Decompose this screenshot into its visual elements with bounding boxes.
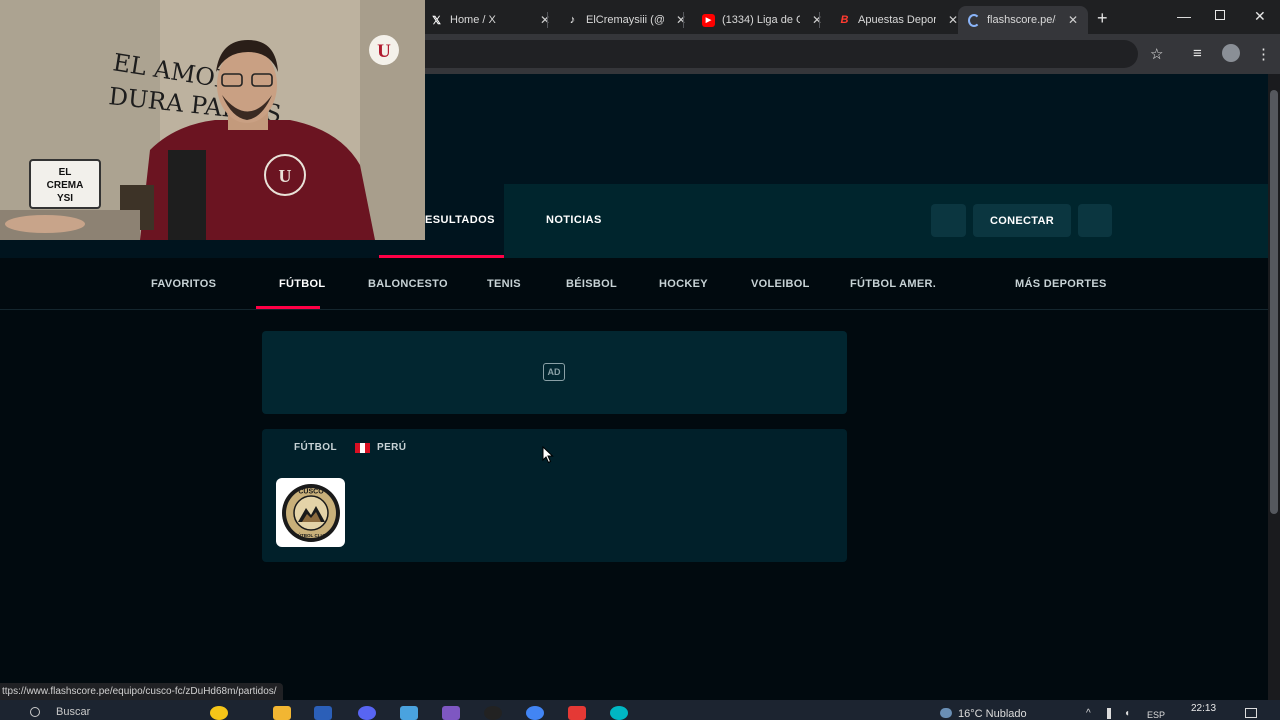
restore-icon[interactable] [1215, 10, 1225, 20]
betting-site-icon: B [840, 14, 849, 26]
svg-text:YSI: YSI [57, 193, 73, 204]
sport-tab-favoritos[interactable]: FAVORITOS [151, 278, 216, 290]
tab-x[interactable]: 𝕏 Home / X ✕ [420, 6, 560, 34]
connect-button[interactable]: CONECTAR [973, 204, 1071, 237]
tab-apuestas[interactable]: B Apuestas Depor ✕ [828, 6, 968, 34]
minimize-icon[interactable]: — [1177, 8, 1191, 24]
chrome-icon[interactable] [526, 706, 544, 720]
tab-label: ElCremaysiii (@e [586, 14, 664, 26]
sport-tab-tenis[interactable]: TENIS [487, 278, 521, 290]
tab-separator [819, 12, 820, 28]
svg-text:U: U [279, 166, 292, 186]
volume-icon[interactable]: ◖ [1124, 708, 1130, 719]
svg-text:CUSCO: CUSCO [298, 488, 324, 495]
nav-news[interactable]: NOTICIAS [546, 214, 602, 226]
svg-text:CREMA: CREMA [47, 180, 84, 191]
sport-tab-baloncesto[interactable]: BALONCESTO [368, 278, 448, 290]
close-icon[interactable]: ✕ [1068, 13, 1078, 27]
media-controls-icon[interactable]: ≡ [1193, 45, 1202, 62]
taskbar-clock[interactable]: 22:13 [1191, 703, 1216, 714]
svg-text:U: U [377, 41, 391, 62]
sport-tab-futbol[interactable]: FÚTBOL [279, 278, 325, 290]
tab-label: Apuestas Depor [858, 14, 936, 26]
tab-separator [683, 12, 684, 28]
close-icon[interactable]: ✕ [540, 13, 550, 27]
close-icon[interactable]: ✕ [948, 13, 958, 27]
tray-chevron-icon[interactable]: ^ [1086, 708, 1091, 719]
scrollbar-thumb[interactable] [1270, 90, 1278, 514]
bookmark-star-icon[interactable]: ☆ [1150, 45, 1163, 63]
tab-label: Home / X [450, 14, 496, 26]
breadcrumb-country[interactable]: PERÚ [377, 442, 406, 453]
svg-text:FÚTBOL CLUB: FÚTBOL CLUB [295, 532, 328, 538]
settings-button[interactable] [1078, 204, 1112, 237]
edge-icon[interactable] [610, 706, 628, 720]
taskbar-language[interactable]: ESP [1147, 710, 1165, 720]
nav-results[interactable]: ESULTADOS [425, 214, 495, 226]
link-status-bubble: ttps://www.flashscore.pe/equipo/cusco-fc… [0, 683, 283, 700]
team-logo: CUSCO FÚTBOL CLUB [276, 478, 345, 547]
search-button[interactable] [931, 204, 966, 237]
widgets-icon[interactable] [210, 706, 228, 720]
taskbar-search[interactable]: Buscar [20, 704, 220, 720]
file-explorer-icon[interactable] [273, 706, 291, 720]
tab-youtube[interactable]: ▶ (1334) Liga de C ✕ [692, 6, 832, 34]
pen-tray-icon[interactable] [1107, 708, 1111, 719]
sport-tab-mas-deportes[interactable]: MÁS DEPORTES [1015, 278, 1107, 290]
calculator-icon[interactable] [400, 706, 418, 720]
sport-tab-futbol-americano[interactable]: FÚTBOL AMER. [850, 278, 936, 290]
search-icon [30, 707, 40, 717]
close-icon[interactable]: ✕ [676, 13, 686, 27]
sport-active-indicator [256, 306, 320, 309]
sport-tab-beisbol[interactable]: BÉISBOL [566, 278, 617, 290]
word-icon[interactable] [314, 706, 332, 720]
loading-spinner-icon [968, 13, 980, 27]
breadcrumb-sport[interactable]: FÚTBOL [294, 442, 337, 453]
x-logo-icon: 𝕏 [432, 14, 441, 27]
discord-icon[interactable] [358, 706, 376, 720]
tab-tiktok[interactable]: ♪ ElCremaysiii (@e ✕ [556, 6, 696, 34]
obs-icon[interactable] [484, 706, 502, 720]
new-tab-button[interactable]: + [1097, 8, 1108, 29]
notification-icon[interactable] [1245, 708, 1257, 718]
taskbar-search-placeholder: Buscar [56, 706, 91, 718]
ad-badge: AD [543, 363, 565, 381]
tab-separator [547, 12, 548, 28]
close-icon[interactable]: ✕ [812, 13, 822, 27]
copilot-icon[interactable] [442, 706, 460, 720]
tiktok-icon: ♪ [569, 14, 576, 26]
mouse-cursor-icon [542, 446, 554, 464]
sport-tab-hockey[interactable]: HOCKEY [659, 278, 708, 290]
sport-tab-voleibol[interactable]: VOLEIBOL [751, 278, 810, 290]
peru-flag-icon [355, 443, 370, 453]
weather-cloud-icon [940, 708, 952, 718]
team-header-card [262, 429, 847, 562]
webcam-video-frame: EL AMOR VE DURA PARA S U EL CREMA YSI U [0, 0, 425, 240]
svg-text:EL: EL [59, 167, 72, 178]
tab-flashscore[interactable]: flashscore.pe/eq ✕ [958, 6, 1088, 34]
taskbar-weather[interactable]: 16°C Nublado [958, 708, 1027, 720]
close-window-icon[interactable]: ✕ [1254, 8, 1266, 25]
cusco-fc-crest-icon: CUSCO FÚTBOL CLUB [281, 483, 340, 542]
youtube-icon: ▶ [702, 13, 715, 27]
app-w-icon[interactable] [568, 706, 586, 720]
webcam-overlay: EL AMOR VE DURA PARA S U EL CREMA YSI U [0, 0, 425, 240]
profile-avatar[interactable] [1222, 44, 1240, 62]
more-options-icon[interactable]: ⋮ [1256, 45, 1271, 63]
tab-label: flashscore.pe/eq [986, 14, 1056, 26]
tab-label: (1334) Liga de C [722, 14, 800, 26]
